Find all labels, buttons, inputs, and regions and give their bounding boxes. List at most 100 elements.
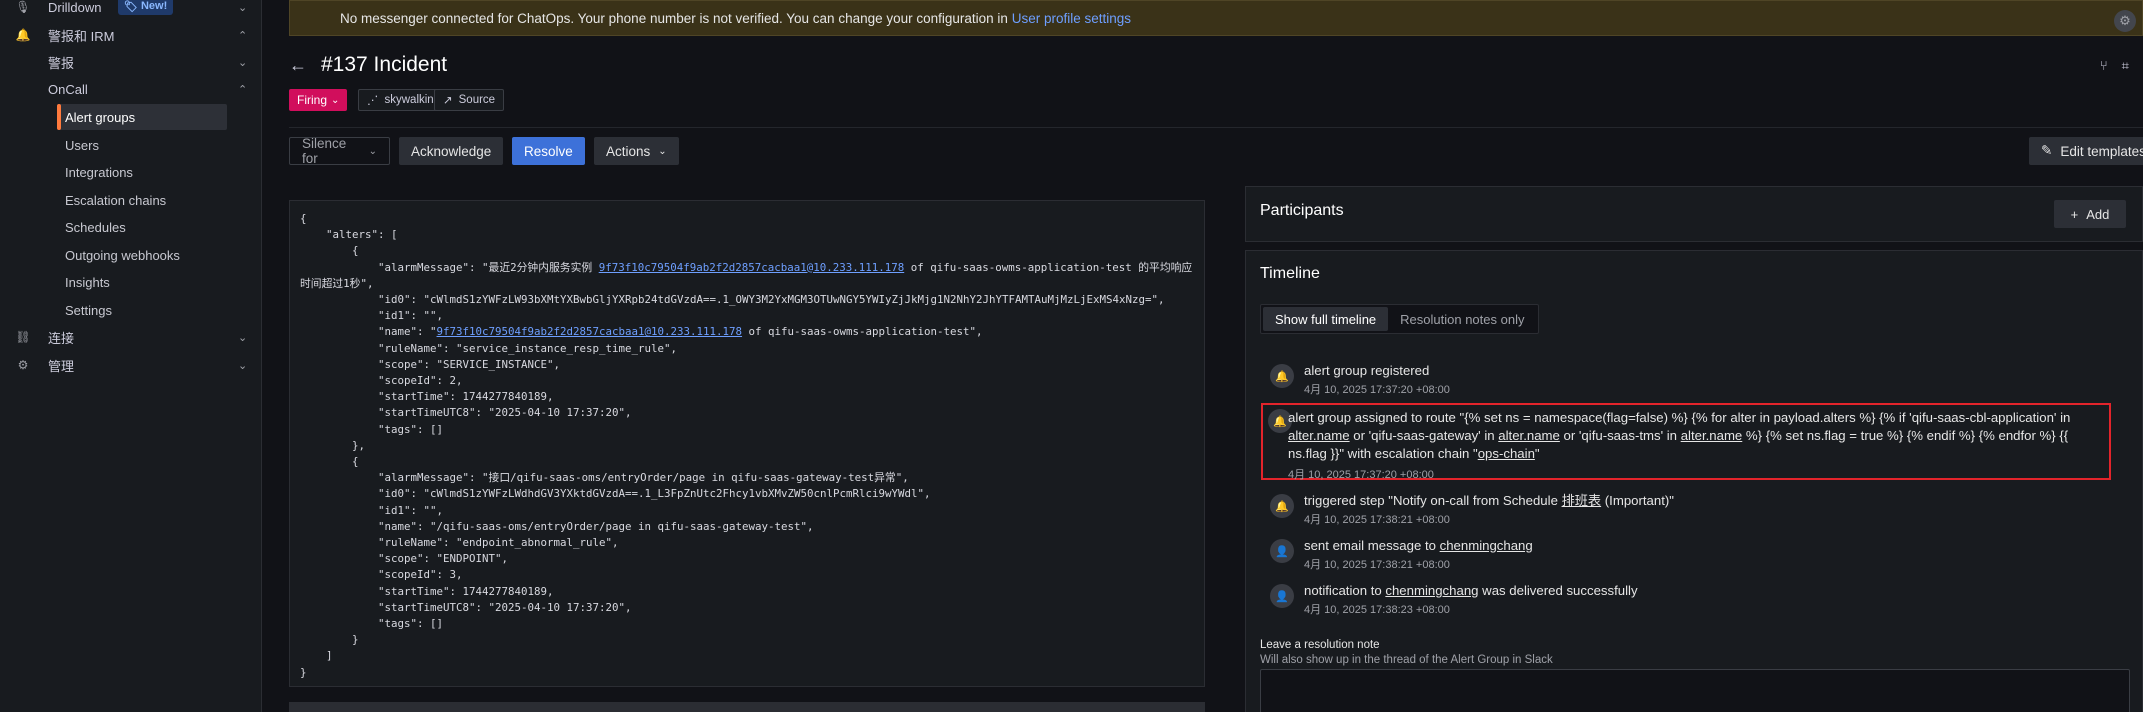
timeline-entry-highlighted: 🔔 alert group assigned to route "{% set … xyxy=(1261,403,2111,481)
sidebar-item-insights[interactable]: Insights xyxy=(0,269,262,295)
text-segment: alert group assigned to route "{% set ns… xyxy=(1288,410,2071,425)
json-line: "startTime": 1744277840189, xyxy=(300,584,554,598)
sidebar-item-settings[interactable]: Settings xyxy=(0,297,262,323)
silence-for-select[interactable]: Silence for ⌄ xyxy=(289,136,390,166)
text-segment: " xyxy=(1534,446,1540,461)
nav-drilldown[interactable]: 🎙 Drilldown 🏷 New! ⌄ xyxy=(0,0,262,20)
resolution-note-input[interactable] xyxy=(1260,669,2130,712)
json-line: "scope": "ENDPOINT", xyxy=(300,552,509,566)
instance-link[interactable]: 9f73f10c79504f9ab2f2d2857cacbaa1@10.233.… xyxy=(437,325,743,338)
link-icon: ⛓ xyxy=(15,330,31,344)
sidebar-item-label: Outgoing webhooks xyxy=(65,247,180,263)
timeline-tabs: Show full timeline Resolution notes only xyxy=(1260,304,1540,334)
branch-icon[interactable]: ⑂ xyxy=(2100,58,2108,74)
chevron-up-icon[interactable]: ⌃ xyxy=(238,29,247,42)
horizontal-scrollbar[interactable] xyxy=(289,702,1205,712)
page-title: #137 Incident xyxy=(321,53,448,76)
alert-payload-panel: { "alters": [ { "alarmMessage": "最近2分钟内服… xyxy=(289,200,1205,687)
divider xyxy=(289,127,2143,128)
chevron-down-icon[interactable]: ⌄ xyxy=(238,331,247,344)
instance-link[interactable]: 9f73f10c79504f9ab2f2d2857cacbaa1@10.233.… xyxy=(599,261,905,274)
nav-admin-label: 管理 xyxy=(48,358,75,374)
nav-admin[interactable]: ⚙ 管理 ⌄ xyxy=(0,352,262,378)
chevron-down-icon: ⌄ xyxy=(331,94,340,106)
source-link[interactable]: ↗ Source xyxy=(434,89,505,111)
chevron-down-icon: ⌄ xyxy=(368,145,377,157)
source-link-label: Source xyxy=(458,94,496,106)
nav-oncall[interactable]: OnCall ⌃ xyxy=(0,76,262,102)
json-line: ] xyxy=(300,649,333,663)
text-segment: triggered step "Notify on-call from Sche… xyxy=(1304,493,1562,508)
sidebar-item-schedules[interactable]: Schedules xyxy=(0,214,262,240)
code-term: alter.name xyxy=(1288,428,1350,443)
text-segment: sent email message to xyxy=(1304,538,1440,553)
gear-icon: ⚙ xyxy=(17,358,29,372)
json-line: } xyxy=(300,665,307,679)
resolution-note-label: Leave a resolution note xyxy=(1260,639,1380,651)
back-arrow-icon[interactable]: ← xyxy=(289,55,307,76)
add-participant-label: Add xyxy=(2086,206,2110,222)
status-badge[interactable]: Firing ⌄ xyxy=(289,89,348,111)
json-line: "scopeId": 2, xyxy=(300,374,463,388)
timeline-entry-time: 4月 10, 2025 17:37:20 +08:00 xyxy=(1304,384,1450,396)
json-line: { xyxy=(300,244,359,258)
tab-show-full-timeline[interactable]: Show full timeline xyxy=(1263,307,1389,331)
code-term: alter.name xyxy=(1680,428,1743,443)
json-line: "alarmMessage": "接口/qifu-saas-oms/entryO… xyxy=(300,471,909,485)
json-line: } xyxy=(300,633,359,647)
sidebar: 🎙 Drilldown 🏷 New! ⌄ 🔔 警报和 IRM ⌃ 警报 ⌄ OnC… xyxy=(0,0,262,712)
timeline-entry-time: 4月 10, 2025 17:38:21 +08:00 xyxy=(1304,514,1450,526)
user-link[interactable]: chenmingchang xyxy=(1440,538,1533,553)
microphone-icon: 🎙 xyxy=(15,0,31,14)
sidebar-item-integrations[interactable]: Integrations xyxy=(0,159,262,185)
user-link[interactable]: chenmingchang xyxy=(1385,583,1478,598)
text-segment: notification to xyxy=(1304,583,1386,598)
chevron-up-icon[interactable]: ⌃ xyxy=(238,83,247,96)
json-line: "id1": "", xyxy=(300,309,444,323)
chevron-down-icon: ⌄ xyxy=(658,145,667,157)
nav-drilldown-label: Drilldown xyxy=(48,0,102,15)
timeline-entry-text: alert group registered xyxy=(1304,363,1430,378)
chevron-down-icon[interactable]: ⌄ xyxy=(238,1,247,14)
plus-icon: + xyxy=(2070,206,2079,222)
nav-alerts-irm[interactable]: 🔔 警报和 IRM ⌃ xyxy=(0,22,262,48)
acknowledge-button[interactable]: Acknowledge xyxy=(399,137,504,165)
chatops-warning-banner: No messenger connected for ChatOps. Your… xyxy=(289,0,2143,36)
json-text: "name": " xyxy=(300,325,437,339)
settings-circle-icon[interactable]: ⚙ xyxy=(2114,10,2136,32)
nav-oncall-label: OnCall xyxy=(48,81,88,97)
sidebar-item-users[interactable]: Users xyxy=(0,132,262,158)
bell-icon: 🔔 xyxy=(15,28,31,42)
code-term: alter.name xyxy=(1498,428,1560,443)
actions-button[interactable]: Actions ⌄ xyxy=(594,137,679,165)
chevron-down-icon[interactable]: ⌄ xyxy=(238,56,247,69)
user-profile-settings-link[interactable]: User profile settings xyxy=(1012,11,1131,26)
json-line: { xyxy=(300,212,307,225)
new-badge: 🏷 New! xyxy=(118,0,174,15)
user-icon: 👤 xyxy=(1270,584,1294,608)
resolve-button[interactable]: Resolve xyxy=(512,137,585,165)
timeline-panel: Timeline Show full timeline Resolution n… xyxy=(1245,250,2143,712)
nav-connections-label: 连接 xyxy=(48,330,75,346)
sidebar-item-alert-groups[interactable]: Alert groups xyxy=(57,104,227,130)
json-line: "alters": [ xyxy=(300,228,398,242)
json-line: "tags": [] xyxy=(300,422,444,436)
json-line: "scope": "SERVICE_INSTANCE", xyxy=(300,357,561,371)
timeline-entry-time: 4月 10, 2025 17:38:23 +08:00 xyxy=(1304,604,1450,616)
chevron-down-icon[interactable]: ⌄ xyxy=(238,359,247,372)
sidebar-item-outgoing-webhooks[interactable]: Outgoing webhooks xyxy=(0,242,262,268)
json-line: "tags": [] xyxy=(300,617,444,631)
timeline-title: Timeline xyxy=(1260,265,1320,282)
schedule-link[interactable]: 排班表 xyxy=(1562,493,1602,508)
nav-alerting[interactable]: 警报 ⌄ xyxy=(0,49,262,75)
timeline-entry-text: triggered step "Notify on-call from Sche… xyxy=(1304,492,1674,510)
resolution-note-help: Will also show up in the thread of the A… xyxy=(1260,654,1553,666)
sidebar-item-escalation-chains[interactable]: Escalation chains xyxy=(0,187,262,213)
nav-connections[interactable]: ⛓ 连接 ⌄ xyxy=(0,324,262,350)
json-line: "scopeId": 3, xyxy=(300,568,463,582)
edit-templates-button[interactable]: ✎ Edit templates xyxy=(2029,137,2143,165)
escalation-chain-link[interactable]: ops-chain xyxy=(1478,446,1535,461)
tab-resolution-notes-only[interactable]: Resolution notes only xyxy=(1388,307,1536,331)
add-participant-button[interactable]: + Add xyxy=(2054,200,2126,228)
slack-icon[interactable]: ⌗ xyxy=(2122,58,2129,74)
